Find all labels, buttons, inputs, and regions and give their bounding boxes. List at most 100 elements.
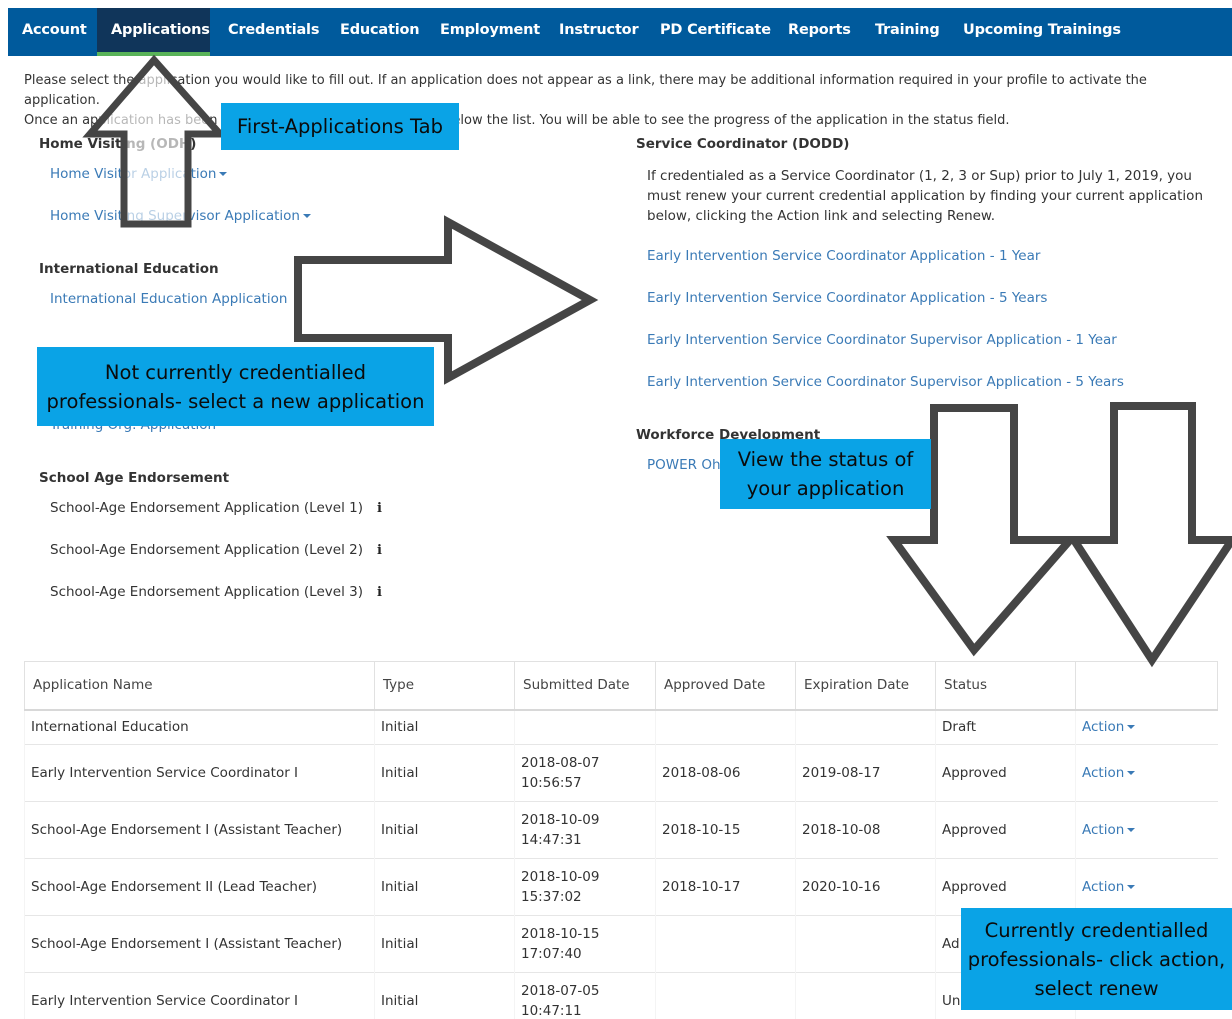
intro-line-1: Please select the application you would … (24, 73, 1147, 108)
cell-application-name: School-Age Endorsement I (Assistant Teac… (24, 915, 375, 973)
cell-expiration-date (795, 972, 936, 1019)
action-dropdown[interactable]: Action (1075, 744, 1218, 802)
cell-type: Initial (374, 915, 515, 973)
tab-account[interactable]: Account (8, 8, 101, 56)
cell-approved-date: 2018-10-17 (655, 858, 796, 916)
school-age-level-1-label: School-Age Endorsement Application (Leve… (50, 500, 363, 516)
cell-status: Approved (935, 858, 1076, 916)
action-label: Action (1082, 719, 1125, 736)
callout-view-status-line-1: View the status of (737, 448, 914, 471)
callout-currently-line-2: professionals- click action, (967, 947, 1226, 971)
cell-submitted: 2018-10-09 15:37:02 (514, 858, 656, 916)
cell-approved-date: 2018-08-06 (655, 744, 796, 802)
callout-not-credentialled: Not currently credentialled professional… (37, 347, 434, 426)
cell-application-name: School-Age Endorsement II (Lead Teacher) (24, 858, 375, 916)
school-age-level-2-item: School-Age Endorsement Application (Leve… (50, 542, 382, 558)
cell-type: Initial (374, 858, 515, 916)
tab-training[interactable]: Training (861, 8, 954, 56)
down-arrow-icon (1066, 402, 1232, 668)
tab-credentials[interactable]: Credentials (214, 8, 333, 56)
table-header-row: Application Name Type Submitted Date App… (24, 661, 1218, 711)
home-visiting-supervisor-application-link[interactable]: Home Visiting Supervisor Application (50, 208, 311, 224)
submitted-date: 2018-10-09 (521, 812, 600, 828)
caret-down-icon (302, 214, 311, 218)
cell-expiration-date (795, 915, 936, 973)
ei-service-coordinator-supervisor-5-years-link[interactable]: Early Intervention Service Coordinator S… (647, 374, 1124, 390)
school-age-level-2-label: School-Age Endorsement Application (Leve… (50, 542, 363, 558)
callout-currently-line-1: Currently credentialled (984, 918, 1209, 942)
service-coordinator-note: If credentialed as a Service Coordinator… (647, 166, 1207, 226)
cell-submitted: 2018-10-15 17:07:40 (514, 915, 656, 973)
home-visitor-application-label: Home Visitor Application (50, 166, 217, 182)
tab-instructor[interactable]: Instructor (545, 8, 652, 56)
cell-type: Initial (374, 709, 515, 745)
callout-currently-line-3: select renew (1034, 976, 1159, 1000)
cell-type: Initial (374, 801, 515, 859)
tab-education[interactable]: Education (326, 8, 433, 56)
tab-applications[interactable]: Applications (97, 8, 210, 56)
cell-application-name: School-Age Endorsement I (Assistant Teac… (24, 801, 375, 859)
action-dropdown[interactable]: Action (1075, 858, 1218, 916)
note-line-1: If credentialed as a Service Coordinator… (647, 168, 1192, 184)
intro-text: Please select the application you would … (24, 71, 1224, 131)
submitted-date: 2018-10-15 (521, 926, 600, 942)
home-visiting-supervisor-application-label: Home Visiting Supervisor Application (50, 208, 300, 224)
callout-not-credentialled-line-1: Not currently credentialled (104, 360, 367, 384)
column-header-status[interactable]: Status (935, 661, 1076, 711)
column-header-expiration-date[interactable]: Expiration Date (795, 661, 936, 711)
school-age-level-3-label: School-Age Endorsement Application (Leve… (50, 584, 363, 600)
international-education-application-link[interactable]: International Education Application (50, 291, 287, 307)
cell-expiration-date: 2019-08-17 (795, 744, 936, 802)
cell-status: Approved (935, 801, 1076, 859)
school-age-endorsement-heading: School Age Endorsement (39, 470, 230, 486)
table-row: School-Age Endorsement I (Assistant Teac… (24, 801, 1218, 859)
cell-type: Initial (374, 744, 515, 802)
info-icon[interactable]: i (377, 585, 382, 600)
column-header-application-name[interactable]: Application Name (24, 661, 375, 711)
submitted-date: 2018-07-05 (521, 983, 600, 1000)
callout-first-tab-text: First-Applications Tab (237, 115, 443, 138)
caret-down-icon (1127, 828, 1136, 832)
ei-service-coordinator-1-year-link[interactable]: Early Intervention Service Coordinator A… (647, 248, 1040, 264)
table-row: School-Age Endorsement II (Lead Teacher)… (24, 858, 1218, 916)
action-label: Action (1082, 879, 1125, 895)
service-coordinator-heading: Service Coordinator (DODD) (636, 136, 850, 152)
ei-service-coordinator-5-years-link[interactable]: Early Intervention Service Coordinator A… (647, 290, 1047, 306)
info-icon[interactable]: i (377, 501, 382, 516)
column-header-type[interactable]: Type (374, 661, 515, 711)
action-dropdown[interactable]: Action (1075, 801, 1218, 859)
table-row: Early Intervention Service Coordinator I… (24, 744, 1218, 802)
cell-expiration-date: 2018-10-08 (795, 801, 936, 859)
tab-pd-certificate[interactable]: PD Certificate (646, 8, 785, 56)
callout-not-credentialled-line-2: professionals- select a new application (46, 389, 425, 413)
cell-expiration-date (795, 709, 936, 745)
column-header-approved-date[interactable]: Approved Date (655, 661, 796, 711)
school-age-level-1-item: School-Age Endorsement Application (Leve… (50, 500, 382, 516)
home-visiting-heading: Home Visiting (ODH) (39, 136, 197, 152)
cell-application-name: Early Intervention Service Coordinator I (24, 972, 375, 1019)
action-label: Action (1082, 822, 1125, 838)
ei-service-coordinator-supervisor-1-year-link[interactable]: Early Intervention Service Coordinator S… (647, 332, 1117, 348)
caret-down-icon (1127, 725, 1136, 730)
callout-view-status-line-2: your application (746, 477, 905, 500)
cell-submitted: 2018-08-07 10:56:57 (514, 744, 656, 802)
callout-first-applications-tab: First-Applications Tab (221, 103, 459, 150)
submitted-time: 10:56:57 (521, 775, 582, 791)
tab-employment[interactable]: Employment (426, 8, 554, 56)
caret-down-icon (1127, 771, 1136, 775)
cell-application-name: International Education (24, 709, 375, 745)
submitted-time: 15:37:02 (521, 889, 582, 905)
submitted-time: 14:47:31 (521, 832, 582, 848)
tab-upcoming-trainings[interactable]: Upcoming Trainings (949, 8, 1135, 56)
cell-application-name: Early Intervention Service Coordinator I (24, 744, 375, 802)
column-header-submitted-date[interactable]: Submitted Date (514, 661, 656, 711)
submitted-time: 10:47:11 (521, 1003, 582, 1019)
tab-reports[interactable]: Reports (774, 8, 865, 56)
cell-status: Approved (935, 744, 1076, 802)
info-icon[interactable]: i (377, 543, 382, 558)
home-visitor-application-link[interactable]: Home Visitor Application (50, 166, 228, 182)
submitted-time: 17:07:40 (521, 946, 582, 962)
cell-submitted (514, 709, 656, 745)
international-education-heading: International Education (39, 261, 219, 277)
action-dropdown[interactable]: Action (1075, 709, 1218, 745)
